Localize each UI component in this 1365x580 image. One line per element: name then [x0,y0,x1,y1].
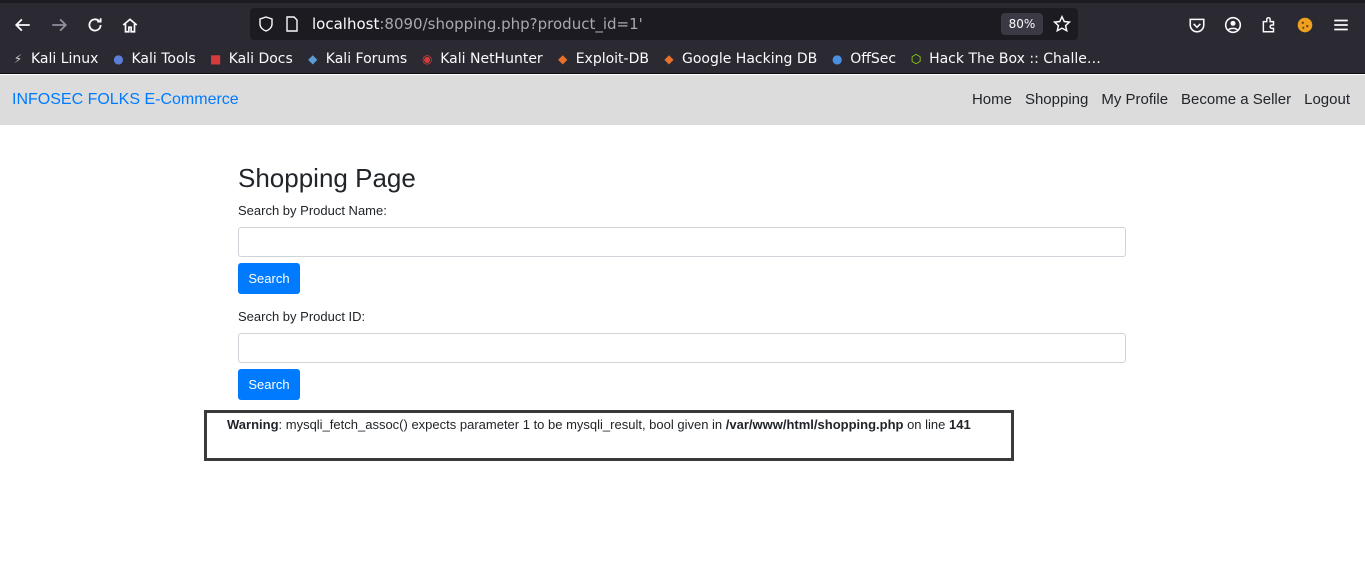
brand-link[interactable]: INFOSEC FOLKS E-Commerce [12,91,239,109]
product-name-label: Search by Product Name: [238,203,387,218]
url-path: :8090/shopping.php?product_id=1' [379,15,643,33]
ghdb-icon: ◆ [664,51,674,66]
warning-file: /var/www/html/shopping.php [725,417,904,432]
bookmark-kali-forums[interactable]: ◆ Kali Forums [305,51,407,67]
menu-button[interactable] [1327,11,1355,39]
arrow-right-icon [52,18,68,32]
bookmark-label: Kali Docs [228,50,293,67]
bookmark-hack-the-box[interactable]: ⬡ Hack The Box :: Challe… [908,51,1101,67]
forward-button[interactable] [45,11,73,39]
kali-tools-icon: ● [113,51,124,66]
bookmark-label: Kali Linux [31,50,99,67]
nav-link-become-seller[interactable]: Become a Seller [1181,91,1291,108]
extension-button[interactable] [1291,11,1319,39]
bookmark-label: Kali Tools [131,50,196,67]
nav-link-my-profile[interactable]: My Profile [1101,91,1168,108]
php-warning-box: Warning: mysqli_fetch_assoc() expects pa… [204,410,1014,461]
url-host: localhost [312,15,380,33]
hamburger-icon [1334,19,1348,31]
home-icon [122,18,138,33]
zoom-level[interactable]: 80% [1001,13,1043,35]
shield-icon[interactable] [256,14,276,34]
kali-forums-icon: ◆ [308,51,318,66]
offsec-icon: ● [831,51,843,66]
bookmark-ghdb[interactable]: ◆ Google Hacking DB [661,51,817,67]
nethunter-icon: ◉ [421,51,433,66]
bookmark-kali-linux[interactable]: ⚡ Kali Linux [10,50,99,67]
product-name-input[interactable] [238,227,1126,257]
warning-on-line: on line [903,417,949,432]
bookmark-label: Google Hacking DB [681,50,818,67]
bookmark-label: OffSec [850,50,897,67]
site-navbar: INFOSEC FOLKS E-Commerce Home Shopping M… [0,75,1365,125]
extensions-button[interactable] [1255,11,1283,39]
bookmark-label: Hack The Box :: Challe… [929,50,1101,67]
address-bar[interactable]: localhost:8090/shopping.php?product_id=1… [250,8,1078,40]
reload-button[interactable] [81,11,109,39]
warning-body: : mysqli_fetch_assoc() expects parameter… [278,417,726,432]
bookmark-kali-nethunter[interactable]: ◉ Kali NetHunter [419,50,543,67]
account-button[interactable] [1219,11,1247,39]
browser-toolbar: localhost:8090/shopping.php?product_id=1… [0,0,1365,44]
puzzle-icon [1262,17,1275,33]
warning-line-number: 141 [949,417,971,432]
product-id-input[interactable] [238,333,1126,363]
bookmark-kali-docs[interactable]: ■ Kali Docs [208,51,293,67]
bookmark-exploit-db[interactable]: ◆ Exploit-DB [555,51,649,67]
kali-dragon-icon: ⚡ [13,51,23,66]
page-title: Shopping Page [238,163,416,193]
bookmark-label: Kali Forums [325,50,408,67]
exploit-db-icon: ◆ [558,51,568,66]
bookmark-offsec[interactable]: ● OffSec [829,51,896,67]
account-icon [1224,16,1242,34]
bookmarks-toolbar: ⚡ Kali Linux ● Kali Tools ■ Kali Docs ◆ Kali… [0,44,1365,74]
nav-link-home[interactable]: Home [972,91,1012,108]
warning-message: Warning: mysqli_fetch_assoc() expects pa… [227,417,971,432]
home-button[interactable] [116,11,144,39]
product-id-label: Search by Product ID: [238,309,366,324]
arrow-left-icon [14,18,30,32]
pocket-button[interactable] [1183,11,1211,39]
search-id-button[interactable]: Search [238,369,300,400]
bookmark-label: Exploit-DB [575,50,649,67]
search-name-button[interactable]: Search [238,263,300,294]
back-button[interactable] [9,11,37,39]
cookie-icon [1297,17,1313,33]
bookmark-kali-tools[interactable]: ● Kali Tools [110,51,195,67]
nav-menu: Home Shopping My Profile Become a Seller… [959,91,1350,108]
kali-docs-icon: ■ [210,51,222,66]
bookmark-label: Kali NetHunter [440,50,543,67]
reload-icon [88,18,102,32]
bookmark-star-icon[interactable] [1052,14,1072,34]
htb-icon: ⬡ [910,51,922,66]
page-icon[interactable] [282,14,302,34]
url-text[interactable]: localhost:8090/shopping.php?product_id=1… [312,15,643,33]
nav-link-logout[interactable]: Logout [1304,91,1350,108]
warning-prefix: Warning [227,417,279,432]
pocket-icon [1189,18,1205,33]
nav-link-shopping[interactable]: Shopping [1025,91,1088,108]
